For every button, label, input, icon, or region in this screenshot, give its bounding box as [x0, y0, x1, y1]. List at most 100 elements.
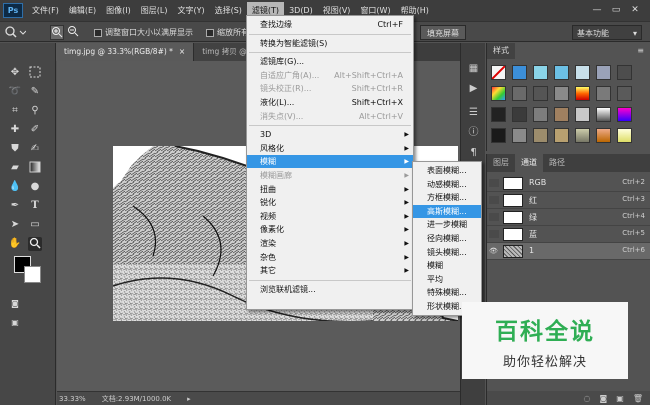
style-swatch[interactable]	[575, 86, 590, 101]
history-panel-icon[interactable]: ▦	[466, 61, 481, 76]
move-tool-icon[interactable]: ✥	[8, 66, 22, 80]
menu-item[interactable]: 进一步模糊	[413, 218, 481, 231]
channel-row[interactable]: 👁 1 Ctrl+6	[487, 243, 650, 260]
menu-item[interactable]: 模糊	[413, 259, 481, 272]
quick-select-tool-icon[interactable]: ✎	[28, 85, 42, 99]
zoom-level[interactable]: 33.33%	[59, 395, 86, 403]
channel-row[interactable]: 蓝 Ctrl+5	[487, 226, 650, 243]
visibility-eye-icon[interactable]: 👁	[489, 247, 499, 255]
style-swatch[interactable]	[617, 86, 632, 101]
style-swatch[interactable]	[575, 107, 590, 122]
menu-item[interactable]: 高斯模糊...	[413, 204, 481, 218]
panel-menu-icon[interactable]: ≡	[637, 46, 644, 55]
history-brush-tool-icon[interactable]: ✍	[28, 142, 42, 156]
zoom-tool-icon[interactable]	[28, 237, 42, 251]
shape-tool-icon[interactable]: ▭	[28, 218, 42, 232]
brush-tool-icon[interactable]: ✐	[28, 123, 42, 137]
adjustments-panel-icon[interactable]: ¶	[466, 145, 481, 160]
blur-tool-icon[interactable]: 💧	[8, 180, 22, 194]
properties-panel-icon[interactable]: ☰	[466, 105, 481, 120]
path-select-tool-icon[interactable]: ➤	[8, 218, 22, 232]
quick-mask-icon[interactable]: ◙	[8, 297, 22, 311]
trash-icon[interactable]: 🗑	[633, 394, 643, 403]
status-arrow-icon[interactable]: ▸	[187, 395, 191, 403]
channel-row[interactable]: 绿 Ctrl+4	[487, 209, 650, 226]
close-tab-icon[interactable]: ×	[179, 47, 185, 56]
panel-tab[interactable]: 通道	[515, 154, 543, 172]
style-swatch[interactable]	[533, 86, 548, 101]
gradient-tool-icon[interactable]	[28, 161, 42, 175]
menu-item[interactable]: 特殊模糊...	[413, 286, 481, 299]
minimize-button[interactable]: —	[590, 3, 604, 17]
menu-item[interactable]: 镜头模糊...	[413, 246, 481, 259]
menu-item[interactable]: 动感模糊...	[413, 178, 481, 191]
actions-panel-icon[interactable]: ▶	[466, 81, 481, 96]
menu-item[interactable]: 渲染 ▶	[247, 237, 413, 250]
menu-item[interactable]: 方框模糊...	[413, 191, 481, 204]
style-swatch[interactable]	[575, 128, 590, 143]
style-swatch[interactable]	[512, 128, 527, 143]
zoom-out-mode-button[interactable]	[66, 25, 80, 40]
zoom-tool-preset[interactable]	[4, 25, 27, 40]
menu-item[interactable]: 编辑(E)	[64, 2, 101, 19]
style-swatch[interactable]	[596, 128, 611, 143]
style-swatch[interactable]	[617, 128, 632, 143]
style-swatch[interactable]	[512, 65, 527, 80]
menu-item[interactable]: 图像(I)	[101, 2, 136, 19]
pen-tool-icon[interactable]: ✒	[8, 199, 22, 213]
style-swatch[interactable]	[533, 128, 548, 143]
menu-item[interactable]: 模糊 ▶	[247, 155, 413, 169]
channel-row[interactable]: 红 Ctrl+3	[487, 192, 650, 209]
visibility-eye-icon[interactable]	[489, 179, 499, 187]
marquee-tool-icon[interactable]	[28, 66, 42, 80]
panel-tab[interactable]: 图层	[487, 154, 515, 172]
visibility-eye-icon[interactable]	[489, 230, 499, 238]
checkbox-box[interactable]	[206, 28, 214, 37]
close-window-button[interactable]: ✕	[628, 3, 642, 17]
menu-item[interactable]: 转换为智能滤镜(S)	[247, 37, 413, 50]
fill-screen-button[interactable]: 填充屏幕	[420, 25, 466, 40]
menu-item[interactable]: 滤镜库(G)...	[247, 55, 413, 68]
new-channel-icon[interactable]: ▣	[616, 394, 624, 403]
type-tool-icon[interactable]: T	[28, 199, 42, 213]
style-swatch[interactable]	[554, 65, 569, 80]
visibility-eye-icon[interactable]	[489, 213, 499, 221]
menu-item[interactable]: 图层(L)	[136, 2, 173, 19]
eyedropper-tool-icon[interactable]: ⚲	[28, 104, 42, 118]
background-color-swatch[interactable]	[24, 266, 41, 283]
crop-tool-icon[interactable]: ⌗	[8, 104, 22, 118]
menu-item[interactable]: 浏览联机滤镜...	[247, 283, 413, 296]
load-selection-icon[interactable]: ◌	[584, 394, 591, 403]
style-swatch[interactable]	[596, 107, 611, 122]
channel-row[interactable]: RGB Ctrl+2	[487, 175, 650, 192]
menu-item[interactable]: 文字(Y)	[172, 2, 209, 19]
no-style-swatch[interactable]	[491, 65, 506, 80]
panel-tab[interactable]: 路径	[543, 154, 571, 172]
lasso-tool-icon[interactable]: ➰	[8, 85, 22, 99]
menu-item[interactable]: 选择(S)	[210, 2, 247, 19]
resize-windows-checkbox[interactable]: 调整窗口大小以满屏显示	[94, 25, 193, 40]
healing-brush-tool-icon[interactable]: ✚	[8, 123, 22, 137]
restore-button[interactable]: ▭	[609, 3, 623, 17]
style-swatch[interactable]	[491, 107, 506, 122]
style-swatch[interactable]	[554, 107, 569, 122]
menu-item[interactable]: 锐化 ▶	[247, 196, 413, 209]
document-info[interactable]: 文档:2.93M/1000.0K	[102, 394, 171, 404]
style-swatch[interactable]	[491, 86, 506, 101]
menu-item[interactable]: 液化(L)... Shift+Ctrl+X	[247, 96, 413, 109]
zoom-all-checkbox[interactable]: 缩放所有	[206, 25, 249, 40]
styles-tab[interactable]: 样式	[487, 43, 515, 59]
menu-item[interactable]: 查找边缘 Ctrl+F	[247, 18, 413, 31]
menu-item[interactable]: 文件(F)	[27, 2, 64, 19]
save-selection-icon[interactable]: ◙	[600, 394, 608, 403]
menu-item[interactable]: 表面模糊...	[413, 164, 481, 177]
menu-item[interactable]: 视频 ▶	[247, 210, 413, 223]
style-swatch[interactable]	[554, 86, 569, 101]
style-swatch[interactable]	[575, 65, 590, 80]
menu-item[interactable]: 其它 ▶	[247, 264, 413, 277]
visibility-eye-icon[interactable]	[489, 196, 499, 204]
info-panel-icon[interactable]: ⓘ	[466, 125, 481, 140]
style-swatch[interactable]	[617, 107, 632, 122]
menu-item[interactable]: 像素化 ▶	[247, 223, 413, 236]
zoom-in-mode-button[interactable]	[50, 25, 64, 40]
